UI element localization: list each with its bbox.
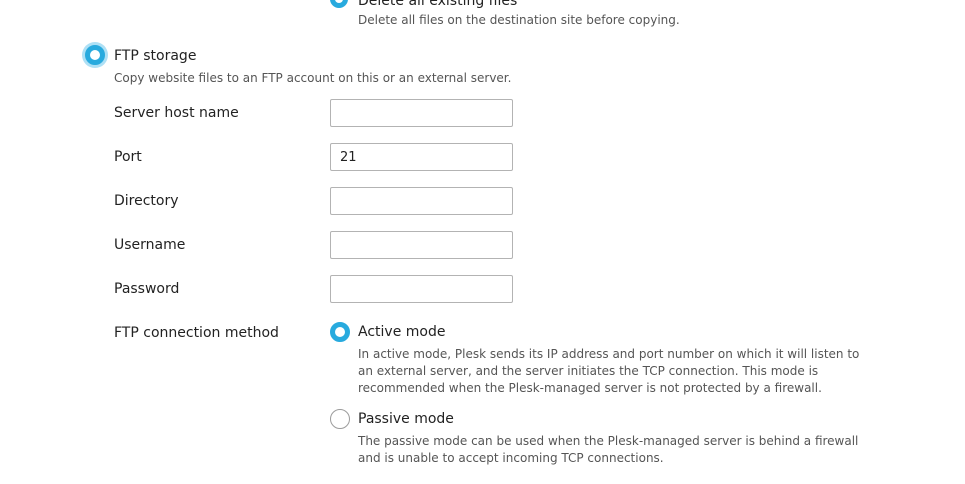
username-label: Username	[114, 237, 186, 253]
delete-existing-files-radio[interactable]	[330, 0, 348, 8]
delete-existing-files-hint: Delete all files on the destination site…	[358, 13, 680, 27]
port-label: Port	[114, 149, 142, 165]
directory-label: Directory	[114, 193, 179, 209]
ftp-connection-method-label: FTP connection method	[114, 325, 279, 341]
directory-input[interactable]	[330, 187, 513, 215]
port-input[interactable]	[330, 143, 513, 171]
username-input[interactable]	[330, 231, 513, 259]
active-mode-label[interactable]: Active mode	[358, 323, 445, 341]
server-host-name-input[interactable]	[330, 99, 513, 127]
password-input[interactable]	[330, 275, 513, 303]
passive-mode-radio[interactable]	[330, 409, 350, 429]
passive-mode-label[interactable]: Passive mode	[358, 410, 454, 428]
password-label: Password	[114, 281, 180, 297]
active-mode-hint: In active mode, Plesk sends its IP addre…	[358, 347, 860, 395]
active-mode-radio[interactable]	[330, 322, 350, 342]
ftp-storage-label[interactable]: FTP storage	[114, 47, 196, 65]
ftp-storage-hint: Copy website files to an FTP account on …	[114, 71, 512, 85]
delete-existing-files-label[interactable]: Delete all existing files	[358, 0, 517, 10]
ftp-storage-radio[interactable]	[85, 45, 105, 65]
passive-mode-hint: The passive mode can be used when the Pl…	[358, 434, 859, 465]
server-host-name-label: Server host name	[114, 105, 239, 121]
